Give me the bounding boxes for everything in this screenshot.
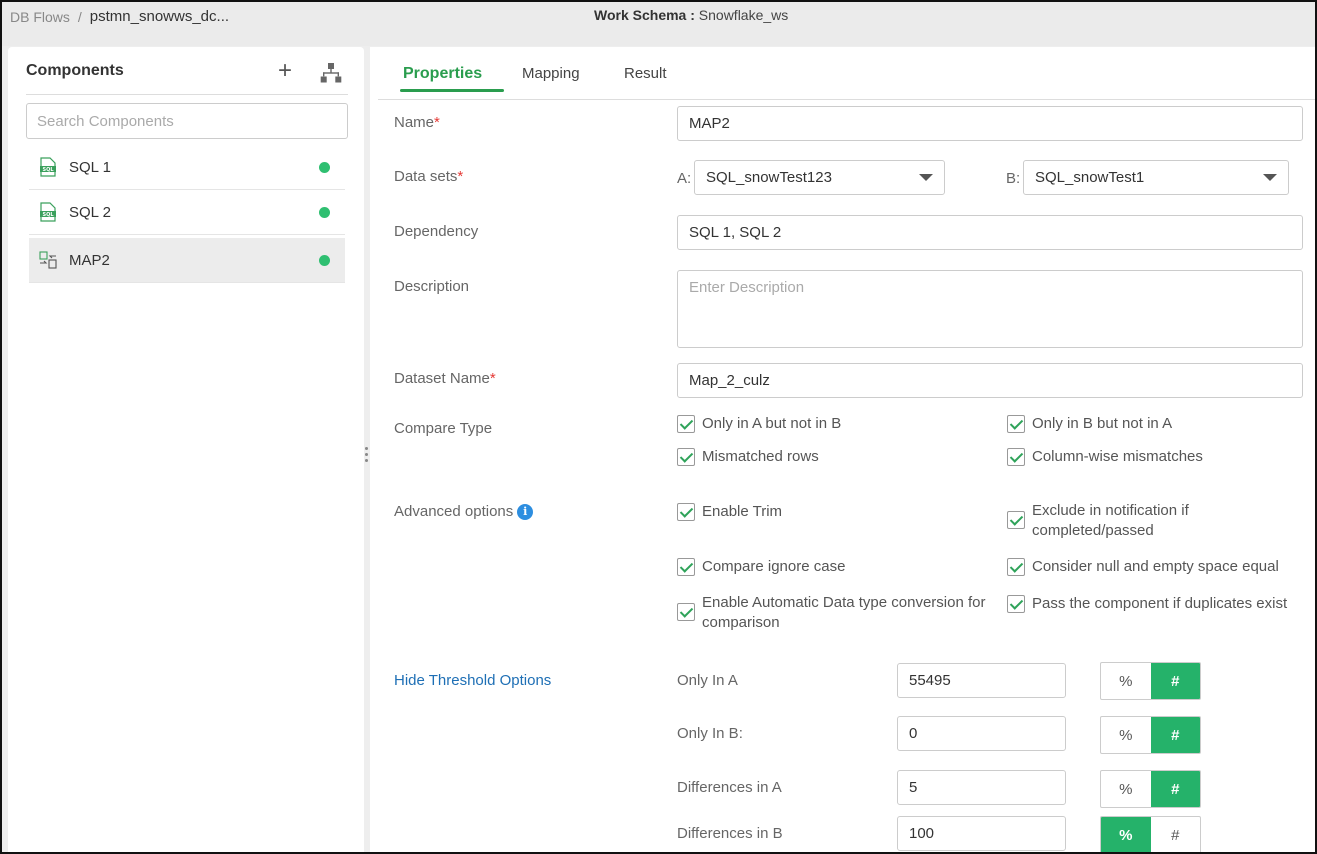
checkbox-checked[interactable] [1007,558,1025,576]
checkbox-ignore-case[interactable]: Compare ignore case [677,557,845,577]
info-icon[interactable]: i [517,504,534,521]
checkbox-exclude-notification[interactable]: Exclude in notification if completed/pas… [1007,501,1297,541]
status-dot [319,254,330,266]
component-item-sql-2[interactable]: SQL SQL 2 [29,190,345,235]
work-schema-value: Snowflake_ws [698,7,789,23]
checkbox-checked[interactable] [677,448,695,466]
hierarchy-icon[interactable] [320,62,342,84]
checkbox-checked[interactable] [1007,511,1025,529]
app-window: DB Flows / pstmn_snowws_dc... Work Schem… [0,0,1317,854]
svg-text:SQL: SQL [42,167,54,173]
threshold-label: Differences in A [677,779,782,796]
sql-file-icon: SQL [40,202,56,222]
tab-bar: Properties Mapping Result [378,47,1315,100]
tab-result[interactable]: Result [624,65,667,82]
active-tab-indicator [400,89,504,92]
component-label: SQL 1 [69,158,111,176]
checkbox-enable-trim[interactable]: Enable Trim [677,502,782,522]
threshold-label: Only In A [677,672,738,689]
add-component-icon[interactable]: + [278,59,292,83]
count-option[interactable]: # [1151,817,1201,852]
checkbox-checked[interactable] [677,415,695,433]
dataset-b-prefix: B: [1006,170,1021,187]
description-label: Description [394,278,470,295]
status-dot [319,161,330,173]
datasets-label: Data sets* [394,168,464,185]
resize-handle[interactable] [365,447,369,465]
tab-properties[interactable]: Properties [403,65,482,83]
dataset-a-value: SQL_snowTest123 [706,169,832,186]
checkbox-column-wise[interactable]: Column-wise mismatches [1007,447,1203,467]
dependency-label: Dependency [394,223,479,240]
count-option[interactable]: # [1150,717,1200,753]
dataset-a-prefix: A: [677,170,692,187]
breadcrumb: DB Flows / pstmn_snowws_dc... [10,8,229,25]
threshold-input-differences-in-b[interactable]: 100 [897,816,1066,851]
work-schema-label: Work Schema : [594,7,695,23]
threshold-label: Only In B: [677,725,743,742]
checkbox-auto-type-conversion[interactable]: Enable Automatic Data type conversion fo… [677,593,1002,633]
checkbox-checked[interactable] [677,603,695,621]
percent-option[interactable]: % [1101,817,1151,852]
tab-mapping[interactable]: Mapping [522,65,580,82]
components-panel: Components + SQL SQL 1 SQ [8,47,364,852]
checkbox-pass-duplicates[interactable]: Pass the component if duplicates exist [1007,594,1287,614]
map-compare-icon [39,251,57,269]
dependency-input[interactable]: SQL 1, SQL 2 [677,215,1303,250]
divider [26,94,348,95]
checkbox-checked[interactable] [677,503,695,521]
name-label: Name* [394,114,440,131]
count-option[interactable]: # [1150,771,1200,807]
chevron-down-icon [919,174,933,181]
breadcrumb-current: pstmn_snowws_dc... [89,8,230,25]
checkbox-null-empty-equal[interactable]: Consider null and empty space equal [1007,557,1279,577]
threshold-label: Differences in B [677,825,783,842]
checkbox-checked[interactable] [1007,448,1025,466]
properties-panel: Properties Mapping Result Name* MAP2 Dat… [370,47,1315,852]
threshold-mode-toggle[interactable]: % # [1100,662,1201,700]
component-item-sql-1[interactable]: SQL SQL 1 [29,145,345,190]
dataset-b-select[interactable]: SQL_snowTest1 [1023,160,1289,195]
chevron-down-icon [1263,174,1277,181]
threshold-mode-toggle[interactable]: % # [1100,716,1201,754]
threshold-mode-toggle[interactable]: % # [1100,816,1201,852]
component-item-map2[interactable]: MAP2 [29,238,345,283]
components-title: Components [26,62,124,79]
checkbox-checked[interactable] [1007,415,1025,433]
advanced-options-label: Advanced options i [394,503,534,521]
checkbox-checked[interactable] [1007,595,1025,613]
breadcrumb-separator: / [77,8,82,25]
hide-threshold-link[interactable]: Hide Threshold Options [394,672,551,689]
svg-text:SQL: SQL [42,212,54,218]
checkbox-checked[interactable] [677,558,695,576]
dataset-name-label: Dataset Name* [394,370,496,387]
checkbox-only-in-b[interactable]: Only in B but not in A [1007,414,1172,434]
status-dot [319,206,330,218]
name-input[interactable]: MAP2 [677,106,1303,141]
checkbox-only-in-a[interactable]: Only in A but not in B [677,414,841,434]
threshold-input-only-in-b[interactable]: 0 [897,716,1066,751]
percent-option[interactable]: % [1101,663,1151,699]
component-label: SQL 2 [69,203,111,221]
search-components-input[interactable] [26,103,348,139]
percent-option[interactable]: % [1101,771,1151,807]
count-option[interactable]: # [1150,663,1200,699]
component-label: MAP2 [69,251,110,269]
checkbox-mismatched-rows[interactable]: Mismatched rows [677,447,819,467]
sql-file-icon: SQL [40,157,56,177]
threshold-input-differences-in-a[interactable]: 5 [897,770,1066,805]
breadcrumb-root[interactable]: DB Flows [10,9,70,25]
threshold-input-only-in-a[interactable]: 55495 [897,663,1066,698]
compare-type-label: Compare Type [394,420,493,437]
work-schema: Work Schema : Snowflake_ws [594,7,788,23]
percent-option[interactable]: % [1101,717,1151,753]
top-bar: DB Flows / pstmn_snowws_dc... Work Schem… [2,2,1315,46]
dataset-b-value: SQL_snowTest1 [1035,169,1145,186]
threshold-mode-toggle[interactable]: % # [1100,770,1201,808]
dataset-a-select[interactable]: SQL_snowTest123 [694,160,945,195]
description-textarea[interactable]: Enter Description [677,270,1303,348]
dataset-name-input[interactable]: Map_2_culz [677,363,1303,398]
